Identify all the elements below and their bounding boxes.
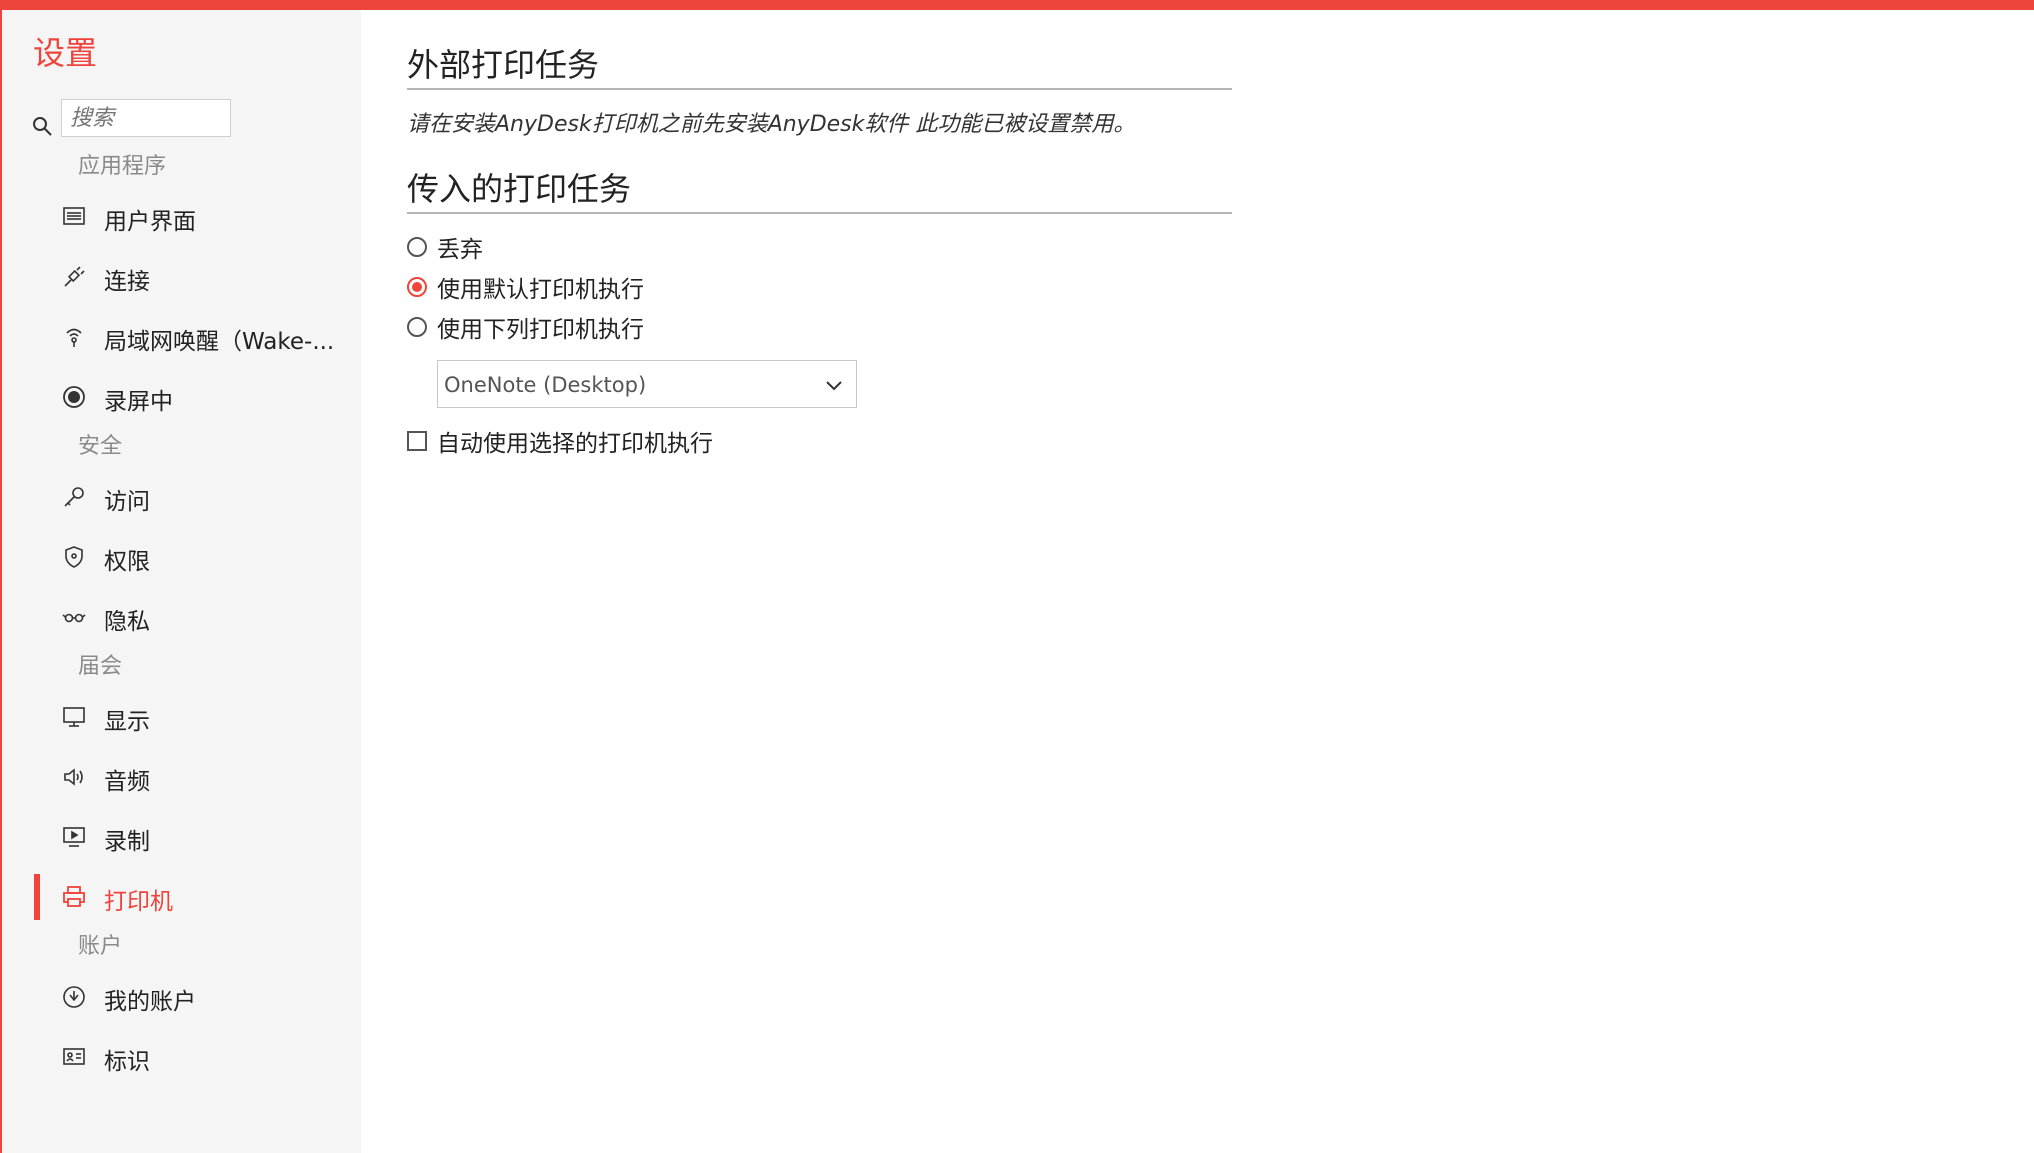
- radio-following-printer[interactable]: 使用下列打印机执行: [407, 310, 644, 344]
- sidebar-item-wake-on-lan[interactable]: 局域网唤醒（Wake-...: [32, 314, 352, 360]
- sidebar-item-record[interactable]: 录制: [32, 814, 352, 860]
- search-input[interactable]: [61, 99, 231, 137]
- monitor-list-icon: [62, 205, 86, 229]
- radio-button[interactable]: [407, 237, 427, 257]
- sidebar-item-audio[interactable]: 音频: [32, 754, 352, 800]
- radio-button-selected[interactable]: [407, 277, 427, 297]
- sidebar-item-screen-recording[interactable]: 录屏中: [32, 374, 352, 420]
- sidebar-item-permissions[interactable]: 权限: [32, 534, 352, 580]
- external-print-note: 请在安装AnyDesk打印机之前先安装AnyDesk软件 此功能已被设置禁用。: [407, 112, 1136, 137]
- sidebar-item-label: 显示: [104, 709, 150, 735]
- sidebar-item-printer[interactable]: 打印机: [32, 874, 352, 920]
- speaker-icon: [62, 765, 86, 789]
- checkbox-label: 自动使用选择的打印机执行: [437, 431, 713, 457]
- sidebar-item-display[interactable]: 显示: [32, 694, 352, 740]
- sidebar-item-label: 用户界面: [104, 209, 196, 235]
- radio-label: 使用下列打印机执行: [437, 317, 644, 343]
- sidebar-item-privacy[interactable]: 隐私: [32, 594, 352, 640]
- sidebar: 设置 应用程序 用户界面 连接 局域网唤醒（Wake-... 录屏中 安全 访问…: [0, 10, 361, 1153]
- sidebar-item-label: 音频: [104, 769, 150, 795]
- section-header-account: 账户: [78, 934, 123, 959]
- sidebar-item-label: 局域网唤醒（Wake-...: [104, 329, 335, 355]
- radio-discard[interactable]: 丢弃: [407, 230, 483, 264]
- record-icon: [62, 385, 86, 409]
- auto-use-printer-checkbox[interactable]: [407, 431, 427, 451]
- search-icon: [30, 114, 54, 138]
- section-header-app: 应用程序: [78, 154, 167, 179]
- sidebar-item-access[interactable]: 访问: [32, 474, 352, 520]
- printer-select-value: OneNote (Desktop): [444, 373, 647, 397]
- sidebar-item-label: 标识: [104, 1049, 150, 1075]
- chevron-down-icon: [822, 373, 846, 397]
- key-icon: [62, 485, 86, 509]
- sidebar-item-label: 录制: [104, 829, 150, 855]
- plug-icon: [62, 265, 86, 289]
- sidebar-item-label: 权限: [104, 549, 150, 575]
- id-card-icon: [62, 1045, 86, 1069]
- external-print-jobs-heading: 外部打印任务: [407, 46, 600, 84]
- top-accent-bar: [0, 0, 2034, 10]
- sidebar-item-label: 录屏中: [104, 389, 173, 415]
- sidebar-item-my-account[interactable]: 我的账户: [32, 974, 352, 1020]
- sidebar-item-connection[interactable]: 连接: [32, 254, 352, 300]
- shield-icon: [62, 545, 86, 569]
- sidebar-item-label: 连接: [104, 269, 150, 295]
- heading-divider: [407, 88, 1232, 90]
- settings-title: 设置: [33, 34, 98, 72]
- radio-button[interactable]: [407, 317, 427, 337]
- radio-default-printer[interactable]: 使用默认打印机执行: [407, 270, 644, 304]
- sidebar-item-label: 访问: [104, 489, 150, 515]
- sidebar-item-label: 我的账户: [104, 989, 196, 1015]
- printer-select[interactable]: OneNote (Desktop): [437, 360, 857, 408]
- sidebar-item-label: 打印机: [104, 889, 173, 915]
- radio-label: 丢弃: [437, 237, 483, 263]
- radio-label: 使用默认打印机执行: [437, 277, 644, 303]
- display-icon: [62, 705, 86, 729]
- glasses-icon: [62, 605, 86, 629]
- section-header-session: 届会: [78, 654, 123, 679]
- auto-use-printer-checkbox-row[interactable]: 自动使用选择的打印机执行: [407, 424, 713, 458]
- sidebar-item-identity[interactable]: 标识: [32, 1034, 352, 1080]
- account-icon: [62, 985, 86, 1009]
- incoming-print-jobs-heading: 传入的打印任务: [407, 170, 632, 208]
- main-content: 外部打印任务 请在安装AnyDesk打印机之前先安装AnyDesk软件 此功能已…: [361, 10, 2034, 1153]
- wake-signal-icon: [62, 325, 86, 349]
- sidebar-item-ui[interactable]: 用户界面: [32, 194, 352, 240]
- heading-divider: [407, 212, 1232, 214]
- section-header-security: 安全: [78, 434, 123, 459]
- sidebar-item-label: 隐私: [104, 609, 150, 635]
- play-screen-icon: [62, 825, 86, 849]
- printer-icon: [62, 885, 86, 909]
